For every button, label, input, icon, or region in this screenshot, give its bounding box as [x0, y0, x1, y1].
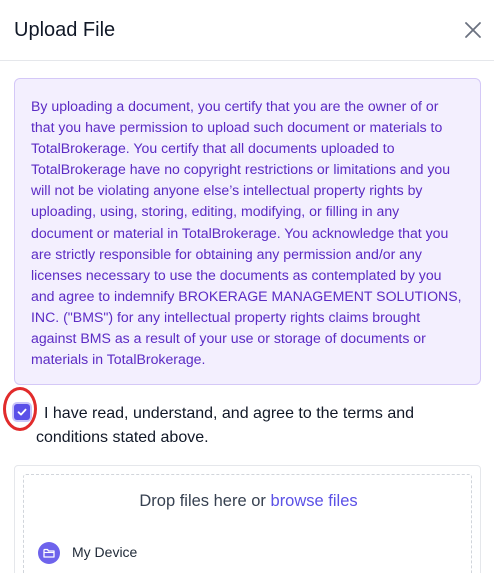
- upload-file-modal: Upload File By uploading a document, you…: [0, 0, 494, 573]
- modal-title: Upload File: [14, 19, 116, 41]
- upload-dropzone-container: Drop files here or browse files My Devic…: [14, 465, 481, 573]
- source-my-device-label: My Device: [72, 544, 138, 560]
- agreement-row: I have read, understand, and agree to th…: [0, 387, 494, 450]
- terms-notice-text: By uploading a document, you certify tha…: [31, 98, 462, 368]
- agree-checkbox[interactable]: [14, 404, 30, 420]
- upload-dropzone[interactable]: Drop files here or browse files My Devic…: [23, 474, 472, 573]
- close-icon: [465, 22, 481, 38]
- drop-prompt: Drop files here or browse files: [24, 492, 473, 511]
- browse-files-link[interactable]: browse files: [271, 492, 358, 510]
- modal-header: Upload File: [0, 0, 494, 61]
- close-button[interactable]: [462, 19, 484, 41]
- agreement-label[interactable]: I have read, understand, and agree to th…: [36, 402, 456, 450]
- terms-notice: By uploading a document, you certify tha…: [14, 78, 481, 385]
- folder-icon: [38, 542, 60, 564]
- drop-prompt-text: Drop files here or: [139, 492, 266, 510]
- checkmark-icon: [17, 408, 27, 416]
